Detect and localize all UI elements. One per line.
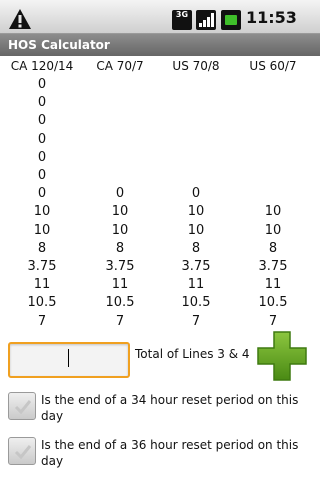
table-cell: 10.5 xyxy=(105,295,135,311)
plus-icon[interactable] xyxy=(256,330,308,382)
checkbox-row-36h[interactable]: Is the end of a 36 hour reset period on … xyxy=(8,437,312,471)
checkbox-34h-reset[interactable] xyxy=(8,392,36,420)
app-title-bar: HOS Calculator xyxy=(0,34,320,56)
table-cell: 11 xyxy=(33,277,51,293)
table-cell: 10 xyxy=(264,204,282,220)
table-cell: 0 xyxy=(191,186,201,202)
text-caret xyxy=(68,349,69,367)
total-input[interactable] xyxy=(8,342,130,378)
table-cell: 7 xyxy=(268,313,278,329)
clock-time: 11:53 xyxy=(246,8,297,27)
table-cell: 10.5 xyxy=(27,295,57,311)
signal-icon xyxy=(196,10,216,30)
table-cell: 8 xyxy=(191,240,201,256)
table-cell: 11 xyxy=(264,277,282,293)
table-cell: 11 xyxy=(187,277,205,293)
table-cell: 0 xyxy=(115,186,125,202)
table-cell: 0 xyxy=(37,131,47,147)
table-cell: 11 xyxy=(111,277,129,293)
table-cell: 10 xyxy=(33,204,51,220)
check-icon xyxy=(14,445,32,460)
checkbox-label: Is the end of a 36 hour reset period on … xyxy=(41,438,299,468)
table-cell: 8 xyxy=(115,240,125,256)
table-cell: 0 xyxy=(37,149,47,165)
table-cell: 0 xyxy=(37,168,47,183)
table-cell: 10 xyxy=(33,222,51,238)
column-header: US 70/8 xyxy=(172,59,220,73)
network-badge: 3G xyxy=(175,10,189,19)
table-cell: 10 xyxy=(187,222,205,238)
table-cell: 10 xyxy=(187,204,205,220)
network-3g-icon: 3G xyxy=(172,10,192,30)
table-cell: 10.5 xyxy=(181,295,211,311)
table-cell: 7 xyxy=(37,313,47,329)
table-cell: 10.5 xyxy=(258,295,288,311)
check-icon xyxy=(14,400,32,415)
battery-icon xyxy=(221,10,241,30)
status-bar: 3G 11:53 PM xyxy=(0,0,320,45)
warning-icon xyxy=(9,9,31,29)
table-cell: 7 xyxy=(191,313,201,329)
table-cell: 8 xyxy=(37,240,47,256)
table-cell: 3.75 xyxy=(181,259,211,274)
table-cell: 8 xyxy=(268,240,278,256)
table-cell: 0 xyxy=(37,186,47,202)
column-header: US 60/7 xyxy=(249,59,297,73)
table-cell: 0 xyxy=(37,113,47,129)
table-cell: 0 xyxy=(37,95,47,111)
table-cell: 10 xyxy=(264,222,282,238)
table-cell: 3.75 xyxy=(258,259,288,274)
table-cell: 10 xyxy=(111,204,129,220)
table-cell: 3.75 xyxy=(27,259,57,274)
table-cell: 0 xyxy=(37,77,47,92)
table-cell: 7 xyxy=(115,313,125,329)
table-cell: 10 xyxy=(111,222,129,238)
app-title: HOS Calculator xyxy=(8,38,110,52)
total-label: Total of Lines 3 & 4 xyxy=(135,347,250,361)
column-header: CA 70/7 xyxy=(96,59,144,73)
checkbox-label: Is the end of a 34 hour reset period on … xyxy=(41,393,299,423)
column-header: CA 120/14 xyxy=(10,59,74,73)
checkbox-row-34h[interactable]: Is the end of a 34 hour reset period on … xyxy=(8,392,312,426)
table-cell: 3.75 xyxy=(105,259,135,274)
checkbox-36h-reset[interactable] xyxy=(8,437,36,465)
